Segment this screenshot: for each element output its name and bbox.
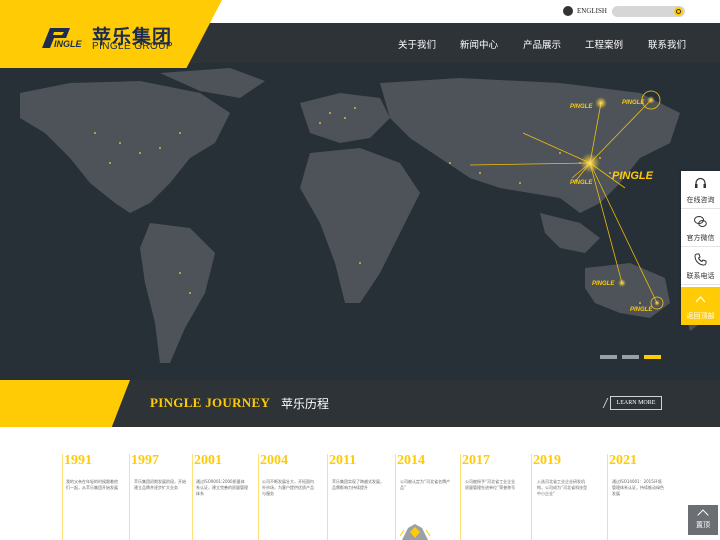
journey-accent <box>0 380 130 427</box>
timeline-year: 2014 <box>397 453 425 468</box>
timeline-text: 公司被授予“河北省工业企业质量管理先进单位”荣誉称号 <box>465 479 516 490</box>
timeline-year: 1991 <box>64 453 92 468</box>
map-marker-label: PINGLE <box>592 281 615 287</box>
back-to-top-side-button[interactable]: 返回顶部 <box>681 287 720 325</box>
nav-about[interactable]: 关于我们 <box>398 37 436 51</box>
timeline-text: 公司不断发展壮大，开拓国内外市场，为客户提供优质产品与服务 <box>262 479 314 496</box>
search-input[interactable] <box>612 6 685 17</box>
hero-world-map: PINGLE PINGLE PINGLE PINGLE PINGLE PINGL… <box>0 63 720 380</box>
slider-dot-3[interactable] <box>644 355 661 359</box>
headset-icon <box>695 177 706 188</box>
timeline-text: 入选河北省工业企业研发机构，公司成为“河北省科技型中小企业” <box>537 479 588 496</box>
timeline-year: 2011 <box>329 453 357 468</box>
nav-contact[interactable]: 联系我们 <box>648 37 686 51</box>
map-marker-label: PINGLE <box>570 104 593 110</box>
timeline-year: 2001 <box>194 453 222 468</box>
floating-service-bar: 在线咨询 官方微信 联系电话 返回顶部 <box>681 171 720 325</box>
english-language-link[interactable]: ENGLISH <box>577 7 607 15</box>
page: ENGLISH 关于我们 新闻中心 产品展示 工程案例 联系我们 INGLE 苹… <box>0 0 720 540</box>
phone-button[interactable]: 联系电话 <box>681 247 720 285</box>
nav-products[interactable]: 产品展示 <box>523 37 561 51</box>
timeline-text: 通过ISO14001：2015环境管理体系认证，持续推动绿色发展 <box>612 479 664 496</box>
timeline-divider <box>395 454 396 540</box>
world-map-image: PINGLE PINGLE PINGLE PINGLE PINGLE PINGL… <box>0 63 720 380</box>
journey-title-en: PINGLE JOURNEY <box>150 395 271 410</box>
phone-label: 联系电话 <box>686 272 715 280</box>
back-to-top-button[interactable]: 置顶 <box>688 505 718 535</box>
logo-english-name: PINGLE GROUP <box>92 41 173 52</box>
timeline-text: 我的父亲在年轻的时候跟着他们一起，从苹乐集团开始发展 <box>66 479 118 490</box>
timeline-divider <box>129 454 130 540</box>
timeline-year: 2017 <box>462 453 490 468</box>
timeline-divider <box>192 454 193 540</box>
timeline-text: 通过ISO9001:2000质量体系认证，建立完善的质量管理体系 <box>196 479 248 496</box>
timeline-divider <box>607 454 608 540</box>
pingle-logo-icon: INGLE <box>42 28 82 49</box>
timeline-text: 苹乐集团初期发展阶段，开始建立品牌并逐步扩大业务 <box>134 479 186 490</box>
timeline-year: 1997 <box>131 453 159 468</box>
arrow-up-icon <box>695 296 706 303</box>
timeline-divider <box>327 454 328 540</box>
map-marker-label: PINGLE <box>622 100 645 106</box>
svg-text:INGLE: INGLE <box>54 39 82 49</box>
timeline-text: 苹乐集团实现了跨越式发展，品牌影响力持续提升 <box>332 479 384 490</box>
timeline-divider <box>62 454 63 540</box>
timeline-year: 2004 <box>260 453 288 468</box>
wechat-button[interactable]: 官方微信 <box>681 209 720 247</box>
logo[interactable]: INGLE 苹乐集团 PINGLE GROUP <box>0 0 222 68</box>
phone-icon <box>694 253 707 266</box>
back-to-top-side-label: 返回顶部 <box>686 312 715 320</box>
timeline-divider <box>460 454 461 540</box>
slider-dot-2[interactable] <box>622 355 639 359</box>
nav-cases[interactable]: 工程案例 <box>585 37 623 51</box>
map-marker-label: PINGLE <box>570 180 593 186</box>
search-icon[interactable] <box>674 7 683 16</box>
trophy-icon <box>399 524 431 540</box>
online-consult-button[interactable]: 在线咨询 <box>681 171 720 209</box>
timeline-divider <box>258 454 259 540</box>
map-marker-label: PINGLE <box>630 307 653 313</box>
chevron-up-icon <box>697 509 709 521</box>
timeline-year: 2021 <box>609 453 637 468</box>
wechat-icon <box>694 216 707 227</box>
back-to-top-label: 置顶 <box>696 521 710 529</box>
slider-dot-1[interactable] <box>600 355 617 359</box>
map-main-marker-label: PINGLE <box>612 170 654 182</box>
globe-icon <box>563 6 573 16</box>
wechat-label: 官方微信 <box>686 234 715 242</box>
timeline-year: 2019 <box>533 453 561 468</box>
learn-more-button[interactable]: LEARN MORE <box>610 396 662 410</box>
online-consult-label: 在线咨询 <box>686 196 715 204</box>
timeline-text: 公司被认定为“河北省名牌产品” <box>400 479 451 490</box>
journey-title-cn: 苹乐历程 <box>281 397 330 411</box>
nav-news[interactable]: 新闻中心 <box>460 37 498 51</box>
timeline-divider <box>531 454 532 540</box>
